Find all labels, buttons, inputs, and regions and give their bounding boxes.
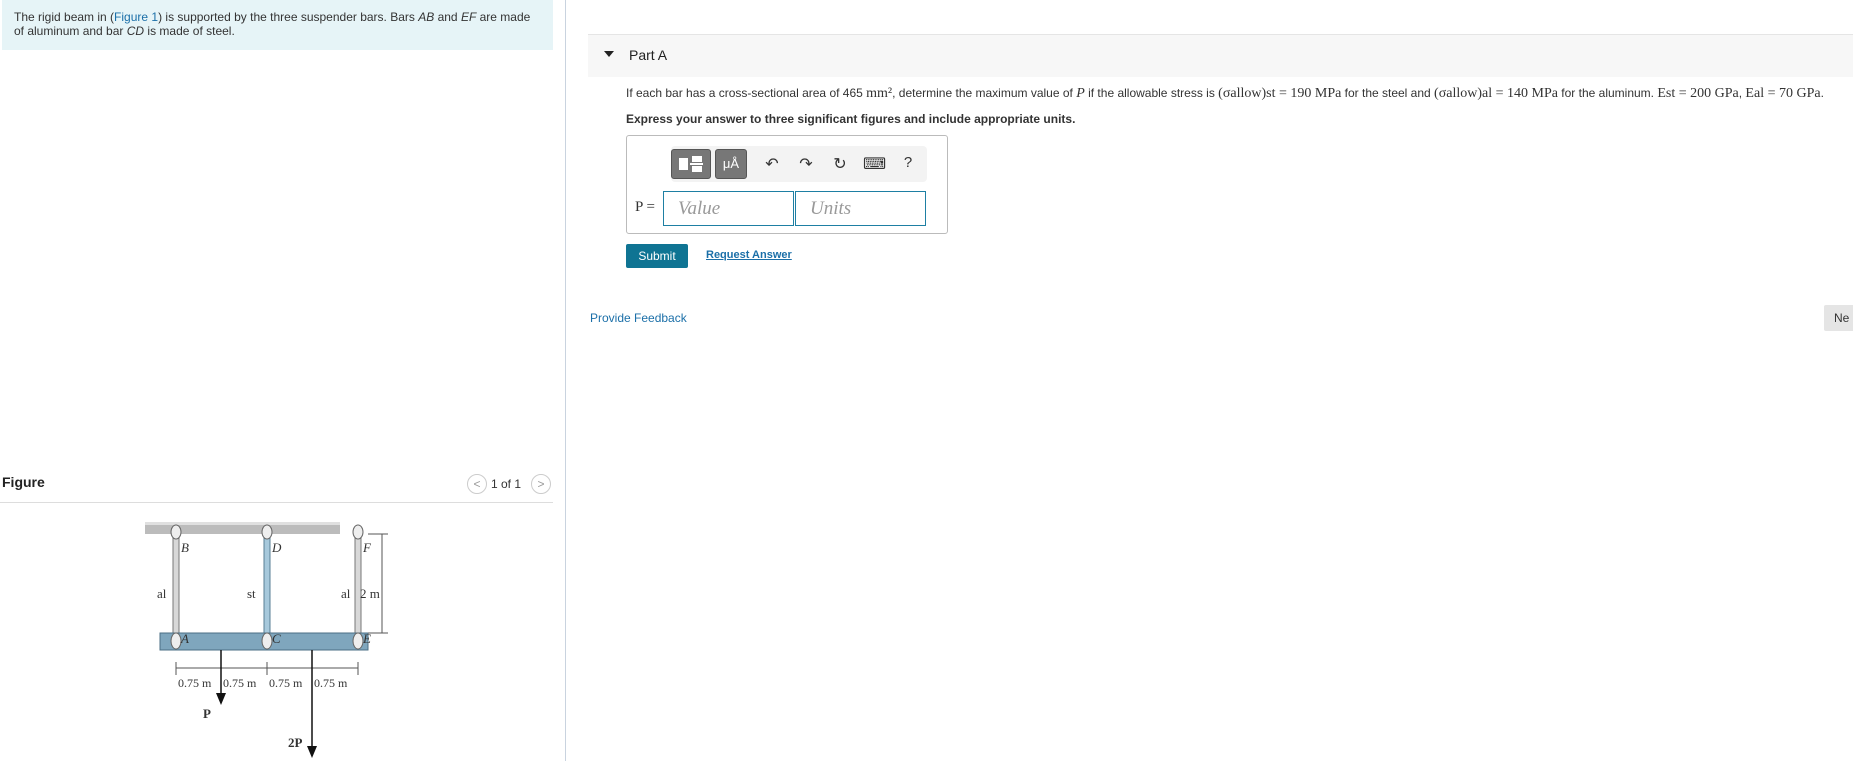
label-b: B <box>181 540 189 555</box>
units-input[interactable]: Units <box>795 191 926 226</box>
question-fragment: If each bar has a cross-sectional area o… <box>626 86 867 100</box>
math-toolbar: μÅ ↶ ↷ ↻ ⌨ ? <box>671 146 927 182</box>
figure-title: Figure <box>2 474 45 490</box>
label-height: 2 m <box>360 586 380 601</box>
modulus-steel: Est = 200 GPa <box>1657 86 1739 101</box>
pin-b <box>170 524 182 540</box>
next-figure-button[interactable]: > <box>531 474 551 494</box>
pin-a <box>170 632 182 650</box>
instruction-text: Express your answer to three significant… <box>626 112 1076 126</box>
figure-pager: 1 of 1 <box>491 477 522 491</box>
label-d: D <box>271 540 282 555</box>
request-answer-link[interactable]: Request Answer <box>706 249 792 261</box>
bar-cd <box>263 530 271 642</box>
label-st: st <box>247 586 256 601</box>
area-unit: mm² <box>866 86 893 101</box>
answer-label: P = <box>635 199 655 215</box>
question-fragment: . <box>1820 86 1824 100</box>
question-fragment: for the aluminum. <box>1557 86 1658 100</box>
figure-link[interactable]: Figure 1 <box>114 10 158 24</box>
modulus-al: Eal = 70 GPa <box>1745 86 1821 101</box>
bar-ab <box>172 530 180 642</box>
pin-f <box>352 524 364 540</box>
provide-feedback-link[interactable]: Provide Feedback <box>590 311 687 325</box>
bar-label: EF <box>460 10 477 24</box>
pin-d <box>261 524 273 540</box>
part-a-header[interactable]: Part A <box>588 34 1853 77</box>
allow-stress-al: (σallow)al = 140 MPa <box>1434 86 1558 101</box>
intro-text: The rigid beam in ( <box>14 10 115 24</box>
label-d2: 0.75 m <box>223 676 257 690</box>
templates-button[interactable] <box>671 149 711 179</box>
pin-c <box>261 632 273 650</box>
label-al-left: al <box>157 586 167 601</box>
next-button[interactable]: Ne <box>1824 305 1853 331</box>
bar-label: CD <box>126 24 145 38</box>
part-title: Part A <box>629 47 668 63</box>
label-d4: 0.75 m <box>314 676 348 690</box>
value-input[interactable]: Value <box>663 191 794 226</box>
intro-text: ) is supported by the three suspender ba… <box>158 10 419 24</box>
submit-button[interactable]: Submit <box>626 244 688 268</box>
load-p-arrow <box>216 693 226 705</box>
undo-icon[interactable]: ↶ <box>761 154 783 174</box>
figure-header: Figure < 1 of 1 > <box>0 470 553 503</box>
label-e: E <box>362 631 371 646</box>
var-p: P <box>1076 86 1085 101</box>
right-panel: Part A If each bar has a cross-sectional… <box>566 0 1853 761</box>
left-panel: The rigid beam in (Figure 1) is supporte… <box>0 0 565 761</box>
pin-e <box>352 632 364 650</box>
collapse-caret-icon[interactable] <box>604 51 614 57</box>
question-fragment: for the steel and <box>1341 86 1435 100</box>
allow-stress-steel: (σallow)st = 190 MPa <box>1218 86 1342 101</box>
problem-statement: The rigid beam in (Figure 1) is supporte… <box>2 0 553 50</box>
label-a: A <box>180 631 189 646</box>
question-text: If each bar has a cross-sectional area o… <box>626 86 1824 102</box>
reset-icon[interactable]: ↻ <box>829 154 851 174</box>
question-fragment: , determine the maximum value of <box>892 86 1077 100</box>
intro-text: and <box>434 10 461 24</box>
label-2p: 2P <box>288 735 303 750</box>
redo-icon[interactable]: ↷ <box>795 154 817 174</box>
ceiling-shade <box>145 522 340 525</box>
keyboard-icon[interactable]: ⌨ <box>863 154 886 174</box>
help-button[interactable]: ? <box>897 154 919 171</box>
label-al-right: al <box>341 586 351 601</box>
beam-figure: B D F A C E al st al 2 m 0.75 m 0.75 m 0… <box>145 522 388 758</box>
units-button[interactable]: μÅ <box>715 149 747 179</box>
label-f: F <box>362 540 372 555</box>
intro-text: is made of steel. <box>144 24 235 38</box>
prev-figure-button[interactable]: < <box>467 474 487 494</box>
label-d3: 0.75 m <box>269 676 303 690</box>
load-2p-arrow <box>307 746 317 758</box>
label-p: P <box>203 706 211 721</box>
label-c: C <box>272 631 281 646</box>
label-d1: 0.75 m <box>178 676 212 690</box>
question-fragment: if the allowable stress is <box>1084 86 1219 100</box>
bar-label: AB <box>418 10 435 24</box>
templates-icon <box>679 156 703 172</box>
answer-box: μÅ ↶ ↷ ↻ ⌨ ? P = Value Units <box>626 135 948 234</box>
